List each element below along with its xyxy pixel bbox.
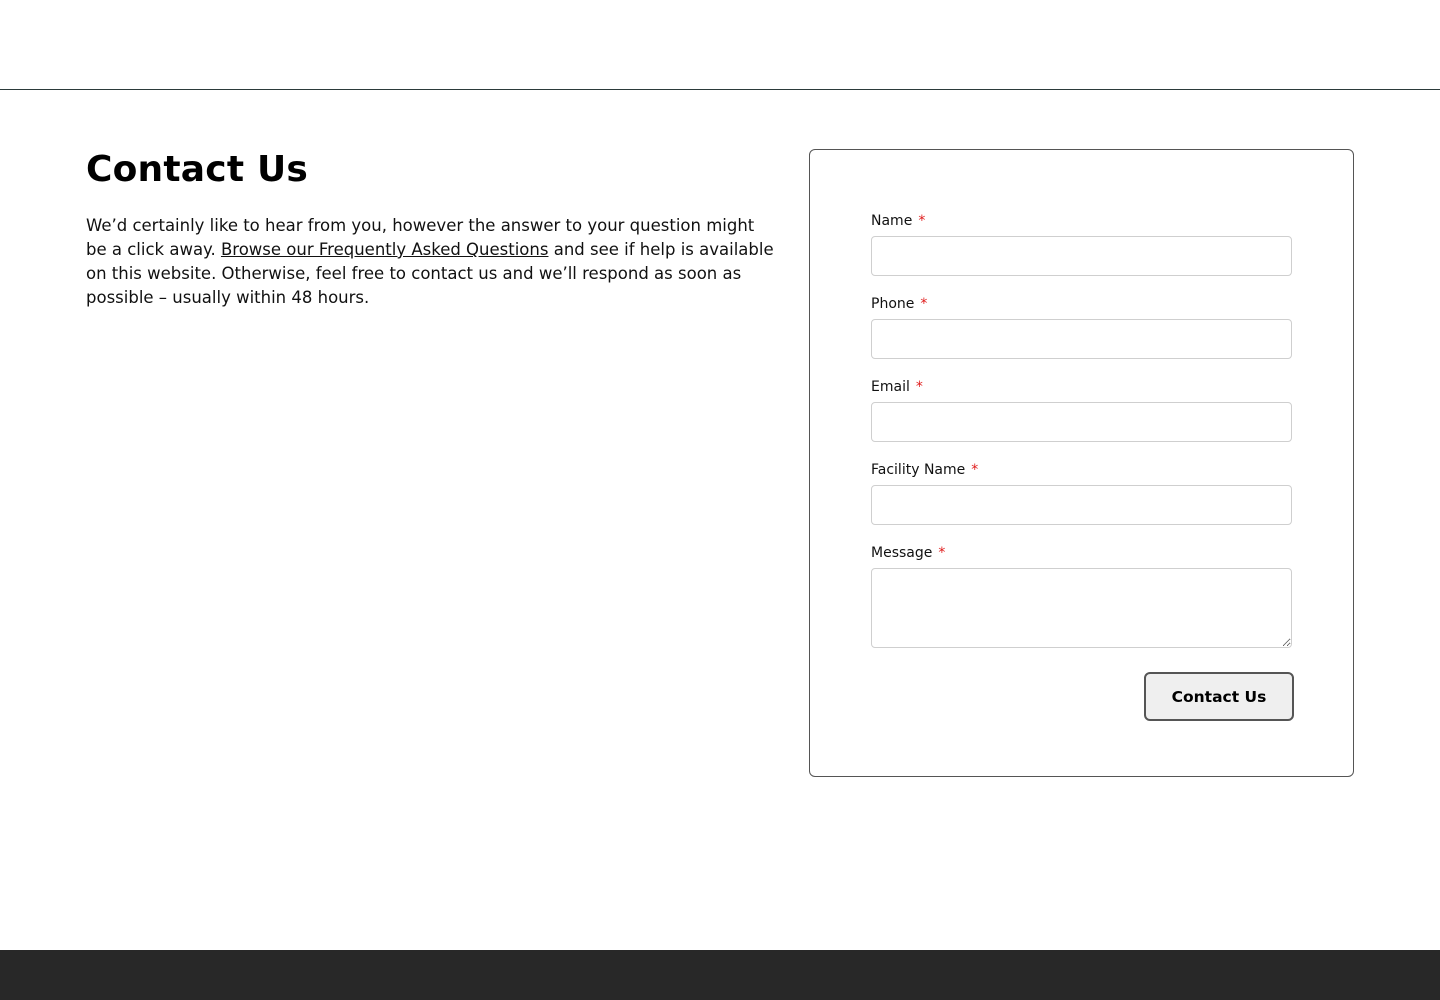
phone-label: Phone * (871, 294, 1293, 314)
message-label-text: Message (871, 545, 933, 561)
message-field-group: Message * (871, 543, 1293, 648)
facility-name-label-text: Facility Name (871, 462, 966, 478)
facility-name-field-group: Facility Name * (871, 460, 1293, 525)
phone-field-group: Phone * (871, 294, 1293, 359)
name-field-group: Name * (871, 211, 1293, 276)
name-label-text: Name (871, 213, 913, 229)
facility-name-label: Facility Name * (871, 460, 1293, 480)
email-field-group: Email * (871, 377, 1293, 442)
facility-name-input[interactable] (871, 485, 1292, 525)
required-asterisk: * (915, 379, 923, 395)
form-actions: Contact Us (871, 672, 1294, 721)
required-asterisk: * (920, 296, 928, 312)
required-asterisk: * (938, 545, 946, 561)
message-label: Message * (871, 543, 1293, 563)
site-footer (0, 950, 1440, 1000)
contact-intro-section: Contact Us We’d certainly like to hear f… (86, 148, 776, 310)
required-asterisk: * (918, 213, 926, 229)
phone-input[interactable] (871, 319, 1292, 359)
contact-form-card: Name * Phone * Email * Facility Name * Messa… (809, 149, 1354, 777)
page-title: Contact Us (86, 149, 309, 190)
name-label: Name * (871, 211, 1293, 231)
faq-link[interactable]: Browse our Frequently Asked Questions (221, 240, 549, 259)
intro-paragraph: We’d certainly like to hear from you, ho… (86, 214, 776, 310)
phone-label-text: Phone (871, 296, 915, 312)
contact-form: Name * Phone * Email * Facility Name * Messa… (871, 211, 1294, 721)
contact-us-submit-button[interactable]: Contact Us (1144, 672, 1294, 721)
email-label-text: Email (871, 379, 910, 395)
name-input[interactable] (871, 236, 1292, 276)
email-input[interactable] (871, 402, 1292, 442)
site-header (0, 0, 1440, 90)
email-label: Email * (871, 377, 1293, 397)
message-textarea[interactable] (871, 568, 1292, 648)
required-asterisk: * (971, 462, 979, 478)
